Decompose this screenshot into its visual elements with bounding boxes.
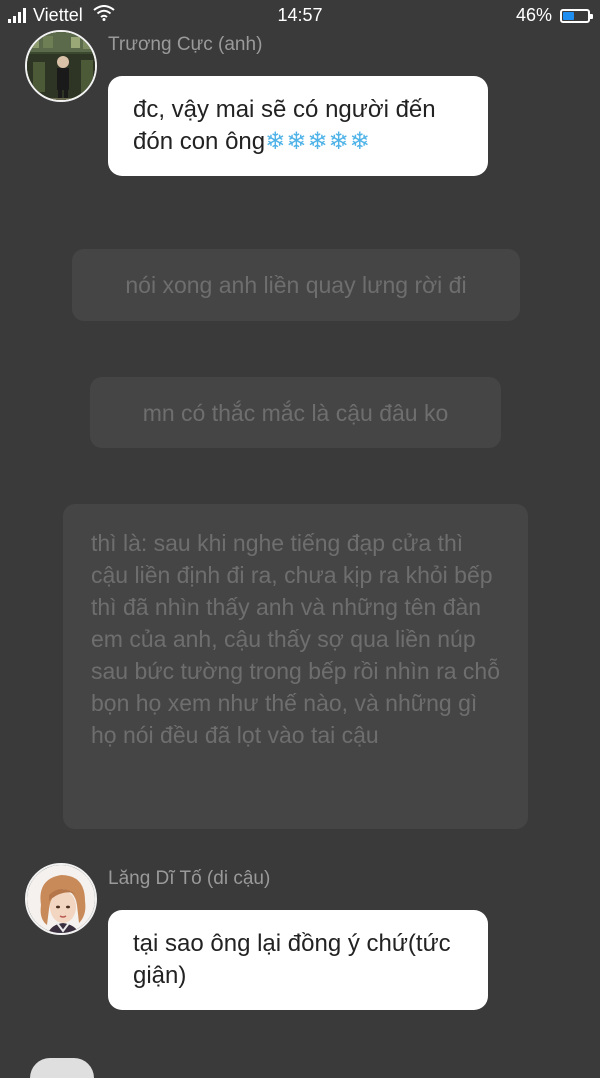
status-bar-right: 46%: [515, 5, 593, 26]
message-bubble[interactable]: đc, vậy mai sẽ có người đến đón con ông❄…: [108, 76, 488, 176]
battery-level-fill: [563, 11, 574, 20]
message-text: tại sao ông lại đồng ý chứ(tức giận): [133, 930, 451, 989]
message-bubble[interactable]: tại sao ông lại đồng ý chứ(tức giận): [108, 910, 488, 1010]
narration-box: mn có thắc mắc là cậu đâu ko: [90, 377, 501, 448]
snowflake-emoji: ❄❄❄❄❄: [265, 128, 371, 155]
narration-box: thì là: sau khi nghe tiếng đạp cửa thì c…: [63, 504, 528, 829]
avatar-partial[interactable]: [30, 1058, 94, 1078]
narration-box: nói xong anh liền quay lưng rời đi: [72, 249, 520, 321]
avatar-truong-cuc[interactable]: [25, 30, 97, 102]
speaker-name: Lăng Dĩ Tố (di cậu): [108, 868, 271, 889]
avatar-lang-di-to[interactable]: [25, 863, 97, 935]
battery-percent: 46%: [515, 5, 552, 25]
narration-text: mn có thắc mắc là cậu đâu ko: [142, 399, 449, 426]
clock: 14:57: [277, 5, 323, 25]
speaker-name: Trương Cực (anh): [108, 34, 263, 55]
narration-text: thì là: sau khi nghe tiếng đạp cửa thì c…: [91, 530, 501, 748]
battery-icon: [560, 8, 593, 23]
narration-text: nói xong anh liền quay lưng rời đi: [125, 272, 467, 298]
status-bar: Viettel 14:57 46%: [0, 0, 600, 30]
